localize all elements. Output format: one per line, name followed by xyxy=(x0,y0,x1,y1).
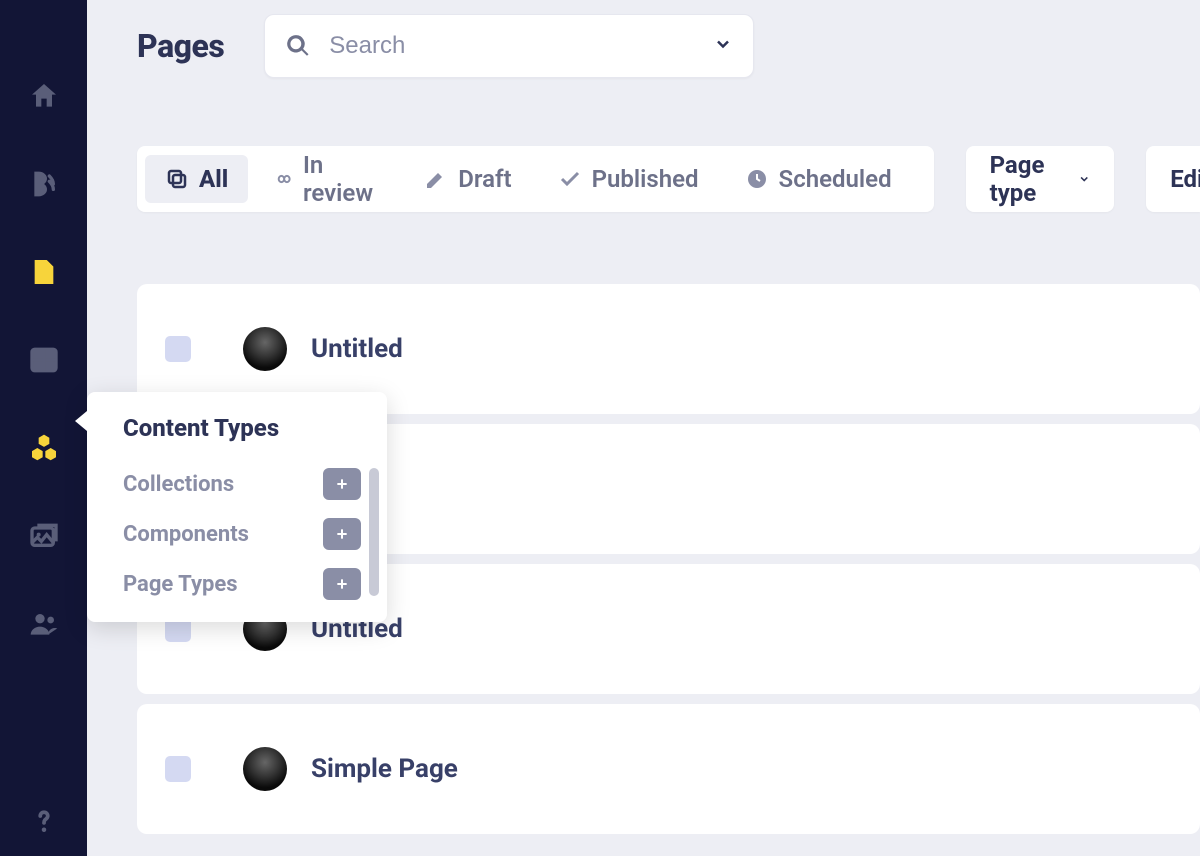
search-icon xyxy=(285,33,311,59)
sidebar-item-help[interactable] xyxy=(0,806,87,856)
help-icon xyxy=(29,806,59,836)
flyout-title: Content Types xyxy=(123,414,379,442)
header-row: Pages xyxy=(87,0,1200,78)
filter-tab-draft[interactable]: Draft xyxy=(404,155,531,203)
flyout-item-label[interactable]: Page Types xyxy=(123,572,238,597)
filter-row: All In review Draft Published Scheduled … xyxy=(87,78,1200,212)
chevron-down-icon xyxy=(1078,170,1090,188)
users-icon xyxy=(28,608,60,640)
copy-icon xyxy=(165,167,189,191)
flyout-item-collections: Collections xyxy=(123,468,361,500)
sidebar-item-content-types[interactable] xyxy=(0,404,87,492)
sidebar-item-pages[interactable] xyxy=(0,228,87,316)
filter-tab-all[interactable]: All xyxy=(145,155,248,203)
clock-icon xyxy=(745,167,769,191)
page-type-label: Page type xyxy=(990,151,1064,207)
home-icon xyxy=(28,80,60,112)
filter-tabs: All In review Draft Published Scheduled xyxy=(137,146,934,212)
flyout-scrollbar[interactable] xyxy=(369,468,379,600)
row-title: Untitled xyxy=(311,334,403,364)
avatar xyxy=(243,747,287,791)
content-types-flyout: Content Types Collections Components Pag… xyxy=(87,392,387,622)
plus-icon xyxy=(334,576,350,592)
filter-tab-scheduled[interactable]: Scheduled xyxy=(725,155,912,203)
sidebar-item-users[interactable] xyxy=(0,580,87,668)
list-row[interactable]: Simple Page xyxy=(137,704,1200,834)
sidebar-item-media[interactable] xyxy=(0,492,87,580)
infinity-icon xyxy=(274,167,293,191)
flyout-item-components: Components xyxy=(123,518,361,550)
search-dropdown-toggle[interactable] xyxy=(713,34,733,58)
grid-icon xyxy=(28,344,60,376)
page-type-dropdown[interactable]: Page type xyxy=(966,146,1115,212)
plus-icon xyxy=(334,526,350,542)
filter-tab-label: Scheduled xyxy=(779,165,892,193)
search-box[interactable] xyxy=(264,14,754,78)
row-checkbox[interactable] xyxy=(165,336,191,362)
search-input[interactable] xyxy=(329,32,713,60)
blog-icon xyxy=(28,168,60,200)
filter-tab-label: Published xyxy=(592,165,699,193)
images-icon xyxy=(28,520,60,552)
plus-icon xyxy=(334,476,350,492)
filter-tab-published[interactable]: Published xyxy=(538,155,719,203)
pencil-icon xyxy=(424,167,448,191)
flyout-item-label[interactable]: Collections xyxy=(123,472,234,497)
filter-tab-label: All xyxy=(199,165,228,193)
chevron-down-icon xyxy=(713,34,733,54)
add-page-type-button[interactable] xyxy=(323,568,361,600)
edit-button[interactable]: Edit xyxy=(1146,146,1200,212)
sidebar xyxy=(0,0,87,856)
flyout-item-page-types: Page Types xyxy=(123,568,361,600)
filter-tab-label: Draft xyxy=(458,165,511,193)
sidebar-item-tables[interactable] xyxy=(0,316,87,404)
page-icon xyxy=(28,256,60,288)
filter-tab-label: In review xyxy=(303,151,378,207)
page-title: Pages xyxy=(137,27,224,65)
sidebar-item-home[interactable] xyxy=(0,52,87,140)
row-title: Simple Page xyxy=(311,754,458,784)
sidebar-item-blog[interactable] xyxy=(0,140,87,228)
flyout-pointer xyxy=(75,411,87,431)
edit-label: Edit xyxy=(1170,165,1200,193)
check-icon xyxy=(558,167,582,191)
add-collection-button[interactable] xyxy=(323,468,361,500)
blocks-icon xyxy=(28,432,60,464)
avatar xyxy=(243,327,287,371)
flyout-scrollbar-thumb[interactable] xyxy=(369,468,379,596)
filter-tab-in-review[interactable]: In review xyxy=(254,141,398,217)
flyout-item-label[interactable]: Components xyxy=(123,522,249,547)
row-checkbox[interactable] xyxy=(165,756,191,782)
add-component-button[interactable] xyxy=(323,518,361,550)
